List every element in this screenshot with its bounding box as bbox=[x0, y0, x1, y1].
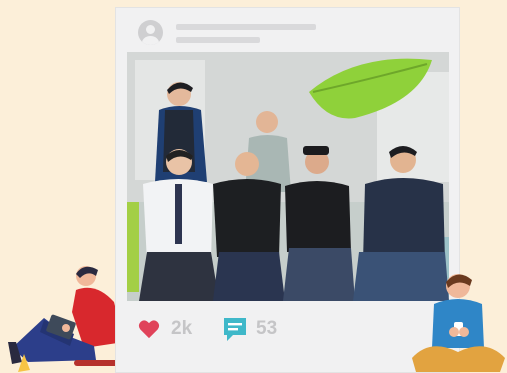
subtitle-placeholder bbox=[176, 37, 260, 43]
post-photo[interactable] bbox=[127, 52, 449, 301]
comment-count: 53 bbox=[256, 318, 278, 339]
user-avatar-icon[interactable] bbox=[138, 20, 163, 45]
username-placeholder bbox=[176, 24, 316, 30]
comment-icon[interactable] bbox=[224, 318, 246, 342]
like-count: 2k bbox=[171, 318, 193, 339]
group-photo-illustration bbox=[127, 52, 449, 301]
social-post-card[interactable]: 2k 53 bbox=[115, 7, 460, 373]
heart-icon[interactable] bbox=[138, 319, 160, 339]
person-with-phone-illustration bbox=[412, 274, 505, 372]
